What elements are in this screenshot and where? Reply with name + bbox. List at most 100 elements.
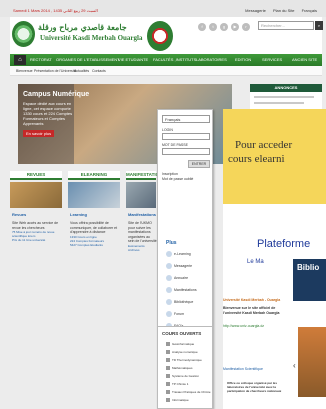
- col-text-elearning: Vous offrira possibilité de communiquer,…: [70, 221, 124, 247]
- manifestations-image[interactable]: [126, 182, 156, 208]
- password-input[interactable]: [162, 148, 210, 155]
- nav-ancien-site[interactable]: ANCIEN SITE: [292, 57, 317, 62]
- col-head-manifestations[interactable]: MANIFESTATIONS: [126, 171, 165, 180]
- course-icon: [166, 398, 170, 403]
- site-header: جامعة قاصدي مرباح ورقلة Université Kasdi…: [10, 17, 323, 54]
- enter-button[interactable]: ENTRER: [188, 160, 210, 168]
- hero-title: Campus Numérique: [23, 91, 90, 98]
- top-links: Messagerie Plan du Site Français: [239, 8, 317, 13]
- elearning-icon: [166, 251, 172, 257]
- right-panel: Pour acceder cours elearni Plateforme Le…: [223, 109, 326, 409]
- courses-title: COURS OUVERTS: [162, 331, 202, 336]
- university-logo[interactable]: [12, 21, 35, 47]
- search-input[interactable]: Rechercher...: [258, 21, 314, 30]
- bullet[interactable]: 5427 Comptes Etudiants: [70, 243, 124, 247]
- forum-icon: [166, 311, 172, 317]
- col-text-revues: Site Web accès au service de revue les c…: [12, 221, 66, 242]
- forgot-password-link[interactable]: Mot de passe oublié: [162, 177, 193, 181]
- elearning-image[interactable]: [68, 182, 120, 208]
- nav-facultes[interactable]: FACULTÉS ,INSTITUTS: [153, 57, 196, 62]
- subnav-actualites[interactable]: Actualités: [74, 69, 89, 73]
- youtube-icon[interactable]: ▶: [231, 23, 239, 31]
- subnav-bienvenue[interactable]: Bienvenue: [16, 69, 33, 73]
- login-input[interactable]: [162, 133, 210, 140]
- bibliotheque-banner[interactable]: Biblio: [293, 259, 326, 301]
- umb-link[interactable]: http://www.univ-ouargla.dz: [223, 324, 264, 328]
- calendar-icon: [166, 287, 172, 293]
- le-ma-text: Le Ma: [247, 259, 264, 265]
- col-head-elearning[interactable]: ELEARNING: [68, 171, 120, 180]
- directory-icon: [166, 275, 172, 281]
- rss-icon[interactable]: r: [242, 23, 250, 31]
- plus-item[interactable]: e-Learning: [166, 251, 191, 257]
- course-icon: [166, 382, 170, 387]
- course-icon: [166, 342, 170, 347]
- plus-item[interactable]: Forum: [166, 311, 184, 317]
- link-language[interactable]: Français: [302, 8, 317, 13]
- plus-item[interactable]: Messagerie: [166, 263, 192, 269]
- nav-edition[interactable]: EDITION: [235, 57, 251, 62]
- umb-title[interactable]: Université Kasdi Merbah - Ouargla: [223, 298, 280, 302]
- plateforme-title: Plateforme: [257, 238, 311, 250]
- subnav-presentation[interactable]: Présentation de l'Université: [34, 69, 77, 73]
- banner-line-1: Pour acceder: [235, 139, 293, 151]
- plus-title: Plus: [166, 240, 177, 246]
- course-icon: [166, 350, 170, 355]
- annonces-header: ANNONCES: [250, 84, 322, 92]
- logo-french-name: Université Kasdi Merbah Ouargla: [40, 34, 143, 42]
- course-item[interactable]: Mathématiques: [166, 366, 193, 371]
- col-title-elearning[interactable]: Learning: [70, 212, 87, 217]
- subnav-contacts[interactable]: Contacts: [92, 69, 106, 73]
- course-item[interactable]: Travaux Pratiques de Chimie: [166, 390, 211, 395]
- twitter-icon[interactable]: t: [209, 23, 217, 31]
- plus-item[interactable]: Manifestations: [166, 287, 197, 293]
- login-label: LOGIN: [162, 128, 173, 132]
- plus-item[interactable]: Annuaire: [166, 275, 188, 281]
- hero-more-button[interactable]: En savoir plus: [23, 130, 55, 137]
- home-icon[interactable]: ⌂: [14, 55, 26, 65]
- course-item[interactable]: Analyse numérique: [166, 350, 198, 355]
- hero-description: Espace dédié aux cours en ligne, cet esp…: [23, 101, 73, 126]
- course-icon: [166, 374, 170, 379]
- umb-text: Bienvenue sur le site officiel de l'univ…: [223, 306, 280, 315]
- nav-vie-etudiante[interactable]: VIE ETUDIANTE: [118, 57, 148, 62]
- nav-services[interactable]: SERVICES: [262, 57, 282, 62]
- col-head-revues[interactable]: REVUES: [10, 171, 62, 180]
- course-item[interactable]: Système de Gestion: [166, 374, 199, 379]
- inscription-link[interactable]: Inscription: [162, 172, 178, 176]
- ms-text: Office ou colloque organisé par les labo…: [227, 381, 282, 393]
- search-button[interactable]: ⌕: [315, 21, 323, 30]
- main-nav: ⌂ RECTORAT ORGANES DE L'ETABLISSEMENT VI…: [10, 54, 322, 66]
- course-item[interactable]: Informatique: [166, 398, 189, 403]
- google-icon[interactable]: g: [220, 23, 228, 31]
- nav-organes[interactable]: ORGANES DE L'ETABLISSEMENT: [56, 57, 120, 62]
- language-select[interactable]: Français: [162, 115, 210, 123]
- building-image: [298, 327, 326, 397]
- chevron-left-icon[interactable]: ‹: [293, 361, 296, 370]
- nav-laboratoires[interactable]: LABORATOIRES: [196, 57, 227, 62]
- elearning-banner[interactable]: Pour acceder cours elearni: [223, 109, 326, 204]
- link-messagerie[interactable]: Messagerie: [245, 8, 266, 13]
- revues-image[interactable]: [10, 182, 62, 208]
- course-item[interactable]: TP Chimie 1: [166, 382, 188, 387]
- bullet[interactable]: Archives: [128, 248, 157, 252]
- bullet[interactable]: Prix du 11 Une université: [12, 238, 66, 242]
- password-label: MOT DE PASSE: [162, 143, 188, 147]
- col-title-revues[interactable]: Revues: [12, 212, 26, 217]
- course-icon: [166, 390, 170, 395]
- bullet[interactable]: 75 Mise à jour numéro de revue scientifi…: [12, 230, 66, 238]
- course-icon: [166, 358, 170, 363]
- ms-title[interactable]: Manifestation Scientifique: [223, 367, 263, 371]
- link-plan-du-site[interactable]: Plan du Site: [273, 8, 295, 13]
- col-title-manifestations[interactable]: Manifestations: [128, 212, 156, 217]
- course-item[interactable]: TD Thermodynamique: [166, 358, 202, 363]
- date-text: Samedi 1 Mars 2014 , السبت 29 ربيع الثان…: [13, 8, 98, 13]
- mail-icon: [166, 263, 172, 269]
- book-icon: [166, 299, 172, 305]
- course-item[interactable]: Géoinformatique: [166, 342, 194, 347]
- plus-item[interactable]: Bibliothèque: [166, 299, 193, 305]
- top-bar: Samedi 1 Mars 2014 , السبت 29 ربيع الثان…: [0, 0, 326, 17]
- nav-rectorat[interactable]: RECTORAT: [30, 57, 52, 62]
- banner-line-2: cours elearni: [228, 153, 285, 165]
- facebook-icon[interactable]: f: [198, 23, 206, 31]
